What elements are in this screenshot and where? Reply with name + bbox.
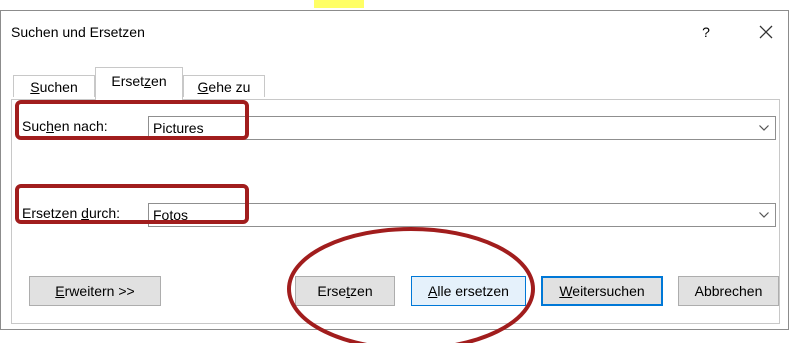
- more-options-button[interactable]: Erweitern >>: [29, 276, 161, 306]
- tab-ersetzen[interactable]: Ersetzen: [95, 67, 183, 100]
- tab-ersetzen-accesskey: z: [144, 73, 152, 89]
- replace-input[interactable]: [153, 205, 733, 225]
- find-next-button[interactable]: Weitersuchen: [541, 276, 663, 306]
- title-bar: Suchen und Ersetzen ?: [1, 11, 788, 51]
- find-input[interactable]: [153, 118, 733, 138]
- replace-label: Ersetzen durch:: [22, 205, 121, 221]
- close-button[interactable]: [751, 19, 781, 45]
- find-replace-dialog: Suchen und Ersetzen ? Suchen Ersetzen Ge…: [0, 10, 789, 330]
- replace-all-button[interactable]: Alle ersetzen: [411, 276, 526, 306]
- tab-suchen-accesskey: S: [30, 79, 40, 95]
- replace-button[interactable]: Ersetzen: [295, 276, 395, 306]
- tab-gehe-zu[interactable]: Gehe zu: [183, 75, 265, 97]
- tab-suchen[interactable]: Suchen: [13, 75, 95, 97]
- find-label: Suchen nach:: [22, 118, 108, 134]
- find-dropdown-button[interactable]: [752, 117, 775, 139]
- dialog-title: Suchen und Ersetzen: [11, 24, 145, 40]
- replace-combobox[interactable]: [148, 203, 776, 227]
- highlight-strip: [314, 0, 364, 8]
- help-button[interactable]: ?: [691, 19, 721, 45]
- find-combobox[interactable]: [148, 116, 776, 140]
- close-icon: [759, 25, 773, 39]
- chevron-down-icon: [759, 125, 769, 131]
- replace-dropdown-button[interactable]: [752, 204, 775, 226]
- tab-gehe-zu-accesskey: G: [197, 79, 209, 95]
- cancel-button[interactable]: Abbrechen: [678, 276, 779, 306]
- chevron-down-icon: [759, 212, 769, 218]
